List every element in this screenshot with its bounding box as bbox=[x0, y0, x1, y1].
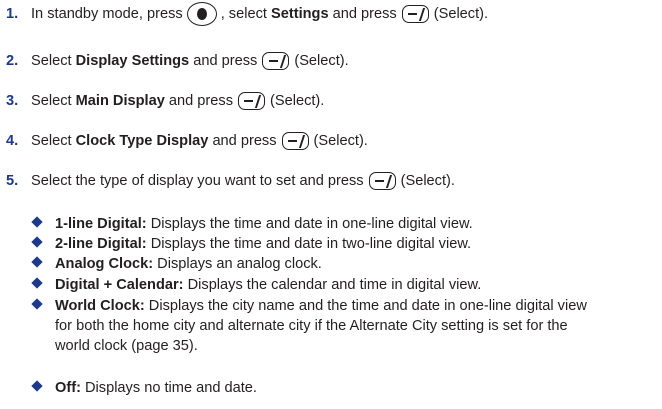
step-text: , select bbox=[220, 6, 267, 22]
step-1: 1. In standby mode, press , select Setti… bbox=[6, 2, 488, 26]
step-number: 3. bbox=[6, 93, 19, 109]
step-3: 3. Select Main Display and press (Select… bbox=[6, 92, 324, 110]
step-bold-term: Main Display bbox=[75, 93, 165, 109]
step-5: 5. Select the type of display you want t… bbox=[6, 172, 455, 190]
step-text: (Select). bbox=[270, 93, 325, 109]
option-item: Digital + Calendar: Displays the calenda… bbox=[31, 275, 652, 295]
diamond-bullet-icon bbox=[31, 256, 43, 268]
option-description: Displays the calendar and time in digita… bbox=[187, 277, 482, 293]
step-text: (Select). bbox=[433, 6, 489, 22]
step-text: and press bbox=[332, 6, 397, 22]
step-text: and press bbox=[168, 93, 233, 109]
step-text: Select bbox=[31, 133, 72, 149]
option-label: 2-line Digital: bbox=[55, 236, 147, 252]
select-softkey-icon bbox=[238, 92, 265, 110]
select-softkey-icon bbox=[262, 52, 290, 70]
option-label: Analog Clock: bbox=[55, 256, 154, 272]
step-text: In standby mode, press bbox=[31, 6, 183, 22]
step-2: 2. Select Display Settings and press (Se… bbox=[6, 52, 349, 70]
diamond-bullet-icon bbox=[31, 277, 43, 289]
instructions-page: 1. In standby mode, press , select Setti… bbox=[0, 0, 662, 409]
step-bold-term: Display Settings bbox=[75, 53, 190, 69]
step-bold-term: Settings bbox=[271, 6, 329, 22]
option-item: 2-line Digital: Displays the time and da… bbox=[31, 234, 652, 254]
step-text: Select the type of display you want to s… bbox=[31, 173, 364, 189]
step-text: and press bbox=[212, 133, 277, 149]
diamond-bullet-icon bbox=[31, 380, 43, 392]
option-item: 1-line Digital: Displays the time and da… bbox=[31, 214, 652, 234]
option-item: Analog Clock: Displays an analog clock. bbox=[31, 254, 652, 274]
option-description: Displays no time and date. bbox=[85, 380, 257, 396]
step-number: 4. bbox=[6, 133, 19, 149]
step-text: (Select). bbox=[294, 53, 349, 69]
option-label: World Clock: bbox=[55, 298, 145, 314]
diamond-bullet-icon bbox=[31, 298, 43, 310]
menu-key-icon bbox=[186, 2, 217, 26]
step-text: and press bbox=[193, 53, 258, 69]
step-text: Select bbox=[31, 53, 72, 69]
step-4: 4. Select Clock Type Display and press (… bbox=[6, 132, 368, 150]
option-item: World Clock: Displays the city name and … bbox=[31, 296, 592, 356]
diamond-bullet-icon bbox=[31, 216, 43, 228]
step-text: Select bbox=[31, 93, 72, 109]
step-number: 1. bbox=[6, 6, 19, 22]
diamond-bullet-icon bbox=[31, 236, 43, 248]
option-description: Displays the time and date in one-line d… bbox=[150, 216, 473, 232]
option-label: 1-line Digital: bbox=[55, 216, 147, 232]
select-softkey-icon bbox=[281, 132, 309, 150]
select-softkey-icon bbox=[368, 172, 396, 190]
option-label: Off: bbox=[55, 380, 81, 396]
select-softkey-icon bbox=[401, 5, 429, 23]
step-text: (Select). bbox=[400, 173, 455, 189]
option-item: Off: Displays no time and date. bbox=[31, 378, 652, 398]
option-description: Displays an analog clock. bbox=[157, 256, 322, 272]
option-description: Displays the time and date in two-line d… bbox=[150, 236, 472, 252]
step-bold-term: Clock Type Display bbox=[75, 133, 209, 149]
option-label: Digital + Calendar: bbox=[55, 277, 184, 293]
step-number: 5. bbox=[6, 173, 19, 189]
step-number: 2. bbox=[6, 53, 19, 69]
step-text: (Select). bbox=[313, 133, 368, 149]
